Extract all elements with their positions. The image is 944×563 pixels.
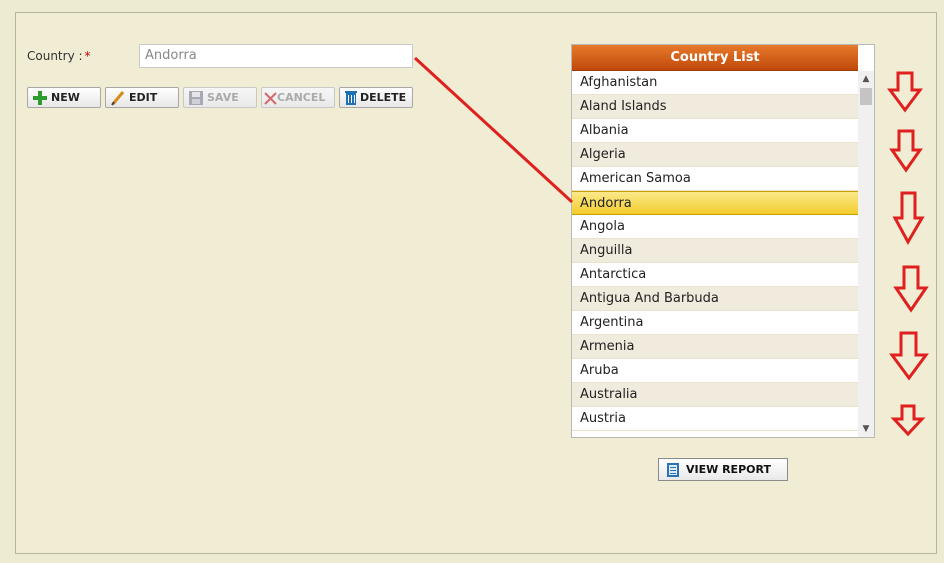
list-item[interactable]: Algeria	[572, 143, 858, 167]
new-label: NEW	[51, 91, 80, 104]
plus-icon	[32, 90, 48, 106]
list-item[interactable]: Armenia	[572, 335, 858, 359]
report-icon	[665, 462, 681, 478]
scroll-thumb[interactable]	[860, 88, 872, 105]
x-icon	[264, 90, 277, 106]
list-item[interactable]: Antarctica	[572, 263, 858, 287]
list-item[interactable]: Antigua And Barbuda	[572, 287, 858, 311]
list-item[interactable]: Aruba	[572, 359, 858, 383]
list-item[interactable]: Albania	[572, 119, 858, 143]
delete-label: DELETE	[360, 91, 407, 104]
edit-label: EDIT	[129, 91, 158, 104]
list-item[interactable]: Angola	[572, 215, 858, 239]
cancel-button[interactable]: CANCEL	[261, 87, 335, 108]
country-list-scrollbar[interactable]: ▲ ▼	[858, 71, 874, 437]
country-list-header: Country List	[572, 45, 858, 71]
list-item-selected[interactable]: Andorra	[572, 191, 858, 215]
list-item[interactable]: Austria	[572, 407, 858, 431]
required-mark: *	[84, 49, 91, 63]
view-report-button[interactable]: VIEW REPORT	[658, 458, 788, 481]
list-item[interactable]: Australia	[572, 383, 858, 407]
cancel-label: CANCEL	[277, 91, 326, 104]
country-list: Country List Afghanistan Aland Islands Alb…	[571, 44, 875, 438]
list-item[interactable]: Afghanistan	[572, 71, 858, 95]
scroll-down-icon[interactable]: ▼	[858, 421, 874, 437]
view-report-label: VIEW REPORT	[686, 463, 771, 476]
list-item[interactable]: Argentina	[572, 311, 858, 335]
country-list-rows: Afghanistan Aland Islands Albania Algeria Am…	[572, 71, 858, 431]
pencil-icon	[110, 90, 126, 106]
scroll-up-icon[interactable]: ▲	[858, 71, 874, 87]
save-button[interactable]: SAVE	[183, 87, 257, 108]
list-item[interactable]: American Samoa	[572, 167, 858, 191]
save-label: SAVE	[207, 91, 239, 104]
country-label: Country : *	[27, 49, 91, 63]
new-button[interactable]: NEW	[27, 87, 101, 108]
list-item[interactable]: Anguilla	[572, 239, 858, 263]
delete-button[interactable]: DELETE	[339, 87, 413, 108]
country-input[interactable]: Andorra	[139, 44, 413, 68]
list-item[interactable]: Aland Islands	[572, 95, 858, 119]
trash-icon	[343, 90, 359, 106]
edit-button[interactable]: EDIT	[105, 87, 179, 108]
floppy-disk-icon	[188, 90, 204, 106]
